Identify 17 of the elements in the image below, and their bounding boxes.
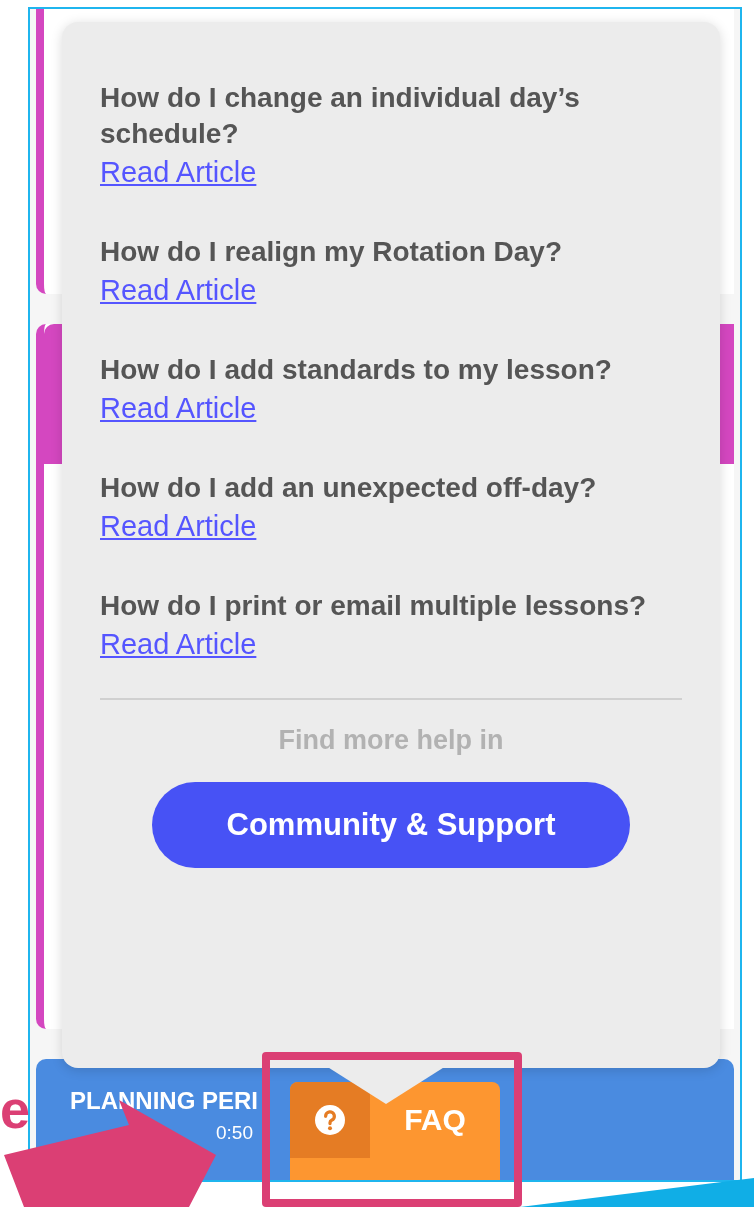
annotation-text: e <box>0 1082 31 1136</box>
help-footer-text: Find more help in <box>278 724 504 757</box>
faq-question: How do I print or email multiple lessons? <box>100 589 648 623</box>
read-article-link[interactable]: Read Article <box>100 388 257 428</box>
faq-question: How do I add an unexpected off-day? <box>100 471 598 505</box>
faq-question: How do I change an individual day’s schedule? <box>100 81 581 151</box>
read-article-link[interactable]: Read Article <box>100 270 257 310</box>
community-support-button[interactable]: Community & Support <box>152 782 630 868</box>
read-article-link[interactable]: Read Article <box>100 506 257 546</box>
faq-question: How do I add standards to my lesson? <box>100 353 613 387</box>
help-icon <box>315 1105 345 1135</box>
period-time: 0:50 <box>216 1123 253 1142</box>
read-article-link[interactable]: Read Article <box>100 152 257 192</box>
period-title: PLANNING PERI <box>70 1089 259 1113</box>
read-article-link[interactable]: Read Article <box>100 624 257 664</box>
faq-question: How do I realign my Rotation Day? <box>100 235 564 269</box>
faq-tab-button[interactable]: FAQ <box>290 1082 500 1180</box>
